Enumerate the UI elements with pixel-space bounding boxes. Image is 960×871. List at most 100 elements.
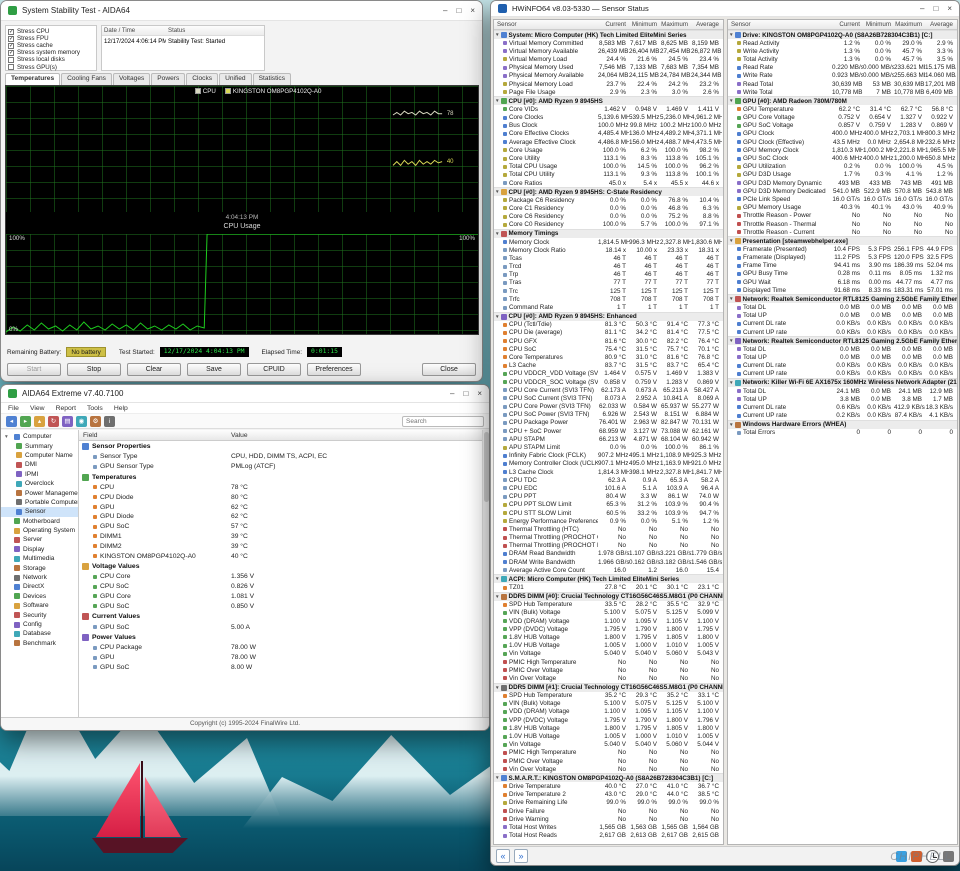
hw-sensor-row[interactable]: Physical Memory Available24,064 MB24,115… — [494, 72, 723, 80]
column-header-current[interactable]: Current — [598, 21, 629, 28]
hw-sensor-row[interactable]: Total DL0.0 MB0.0 MB0.0 MB0.0 MB — [728, 345, 957, 353]
hw-sensor-group-header[interactable]: ▾CPU [#0]: AMD Ryzen 9 8945HS: Enhanced — [494, 312, 723, 321]
hw-sensor-row[interactable]: Throttle Reason - PowerNoNoNoNo — [728, 212, 957, 220]
hw-sensor-row[interactable]: Framerate (Displayed)11.2 FPS5.3 FPS120.… — [728, 254, 957, 262]
hw-sensor-row[interactable]: VIN (Bulk) Voltage5.100 V5.075 V5.125 V5… — [494, 609, 723, 617]
close-icon[interactable]: × — [477, 389, 482, 398]
hw-sensor-row[interactable]: CPU TDC62.3 A0.9 A65.3 A58.2 A — [494, 476, 723, 484]
hw-sensor-row[interactable]: Infinity Fabric Clock (FCLK)907.2 MHz495… — [494, 452, 723, 460]
hw-sensor-row[interactable]: CPU VDDCR_VDD Voltage (SVI3 TFN)1.464 V0… — [494, 370, 723, 378]
menu-help[interactable]: Help — [114, 405, 128, 412]
hw-sensor-row[interactable]: CPU STT SLOW Limit60.5 %33.2 %103.9 %94.… — [494, 509, 723, 517]
chevron-down-icon[interactable]: ▾ — [496, 594, 499, 600]
hw-sensor-group-header[interactable]: ▾Network: Realtek Semiconductor RTL8125 … — [728, 336, 957, 345]
hw-sensor-row[interactable]: Total DL0.0 MB0.0 MB0.0 MB0.0 MB — [728, 303, 957, 311]
hw-sensor-row[interactable]: DRAM Read Bandwidth1.978 GB/s1.107 GB/s3… — [494, 550, 723, 558]
hw-sensor-row[interactable]: Core Ratios45.0 x5.4 x45.5 x44.6 x — [494, 179, 723, 187]
hw-sensor-row[interactable]: Total CPU Utility113.1 %9.3 %113.8 %100.… — [494, 171, 723, 179]
hw-sensor-row[interactable]: VDD (DRAM) Voltage1.100 V1.095 V1.105 V1… — [494, 708, 723, 716]
hw-sensor-row[interactable]: Framerate (Presented)10.4 FPS5.3 FPS256.… — [728, 245, 957, 253]
stress-option[interactable]: ✓Stress system memory — [8, 49, 94, 56]
sensor-row[interactable]: CPU Package78.00 W — [79, 643, 482, 653]
hw-sensor-row[interactable]: Tras77 T77 T77 T77 T — [494, 279, 723, 287]
refresh-icon[interactable]: ↻ — [48, 416, 59, 427]
sidebar-item-computer[interactable]: ▾Computer — [1, 432, 78, 441]
sensor-row[interactable]: Sensor TypeCPU, HDD, DIMM TS, ACPI, EC — [79, 452, 482, 462]
hw-sensor-row[interactable]: Read Rate0.220 MB/s0.000 MB/s233.621 MB/… — [728, 64, 957, 72]
checkbox-icon[interactable]: ✓ — [8, 36, 14, 42]
hw-sensor-row[interactable]: GPU D3D Usage1.7 %0.3 %4.1 %1.2 % — [728, 171, 957, 179]
column-header-sensor[interactable]: Sensor — [494, 21, 598, 28]
reset-min-max-icon[interactable]: « — [496, 849, 510, 863]
hw-sensor-row[interactable]: Core VIDs1.462 V0.948 V1.469 V1.411 V — [494, 105, 723, 113]
hw-sensor-row[interactable]: Total Host Reads2,617 GB2,613 GB2,617 GB… — [494, 832, 723, 840]
chevron-down-icon[interactable]: ▾ — [730, 380, 733, 386]
hw-sensor-row[interactable]: Core C1 Residency0.0 %0.0 %46.8 %6.3 % — [494, 204, 723, 212]
hw-sensor-row[interactable]: GPU D3D Memory Dynamic493 MB433 MB743 MB… — [728, 179, 957, 187]
hw-sensor-row[interactable]: Memory Clock1,814.5 MHz996.3 MHz2,327.8 … — [494, 238, 723, 246]
preferences-button[interactable]: Preferences — [307, 363, 361, 376]
close-test-button[interactable]: Close — [422, 363, 476, 376]
checkbox-icon[interactable]: ✓ — [8, 43, 14, 49]
sensor-group-header[interactable]: Temperatures — [79, 472, 482, 483]
hw-sensor-row[interactable]: Read Activity1.2 %0.0 %29.0 %2.9 % — [728, 39, 957, 47]
hw-sensor-row[interactable]: Drive Temperature40.0 °C27.0 °C41.0 °C36… — [494, 782, 723, 790]
hw-sensor-row[interactable]: APU STAPM66.213 W4.871 W68.104 W60.942 W — [494, 435, 723, 443]
hw-sensor-row[interactable]: Command Rate1 T1 T1 T1 T — [494, 303, 723, 311]
hw-sensor-row[interactable]: GPU Temperature62.2 °C31.4 °C62.7 °C56.8… — [728, 105, 957, 113]
sidebar-item-multimedia[interactable]: Multimedia — [1, 554, 78, 563]
hw-sensor-row[interactable]: DRAM Write Bandwidth1.966 GB/s0.162 GB/s… — [494, 558, 723, 566]
stress-option[interactable]: ✓Stress cache — [8, 42, 94, 49]
hw-sensor-row[interactable]: Tcas46 T46 T46 T46 T — [494, 254, 723, 262]
hw-sensor-row[interactable]: CPU PPT SLOW Limit65.3 %31.2 %103.9 %90.… — [494, 501, 723, 509]
hw-sensor-row[interactable]: GPU Utilization0.2 %0.0 %100.0 %4.5 % — [728, 163, 957, 171]
hw-sensor-group-header[interactable]: ▾CPU [#0]: AMD Ryzen 9 8945HS: C-State R… — [494, 187, 723, 196]
hw-sensor-group-header[interactable]: ▾CPU [#0]: AMD Ryzen 9 8945HS — [494, 96, 723, 105]
hw-sensor-row[interactable]: Current DL rate0.0 KB/s0.0 KB/s0.0 KB/s0… — [728, 362, 957, 370]
hw-sensor-row[interactable]: Vin Voltage5.040 V5.040 V5.060 V5.044 V — [494, 741, 723, 749]
hw-sensor-row[interactable]: Virtual Memory Available26,439 MB26,404 … — [494, 47, 723, 55]
hw-sensor-group-header[interactable]: ▾Network: Realtek Semiconductor RTL8125 … — [728, 294, 957, 303]
hw-sensor-row[interactable]: Current DL rate0.0 KB/s0.0 KB/s0.0 KB/s0… — [728, 320, 957, 328]
minimize-icon[interactable]: – — [920, 4, 924, 13]
hw-sensor-row[interactable]: Total Errors0000 — [728, 429, 957, 437]
tab-clocks[interactable]: Clocks — [186, 73, 218, 85]
sidebar-item-storage[interactable]: Storage — [1, 563, 78, 572]
back-icon[interactable]: ◂ — [6, 416, 17, 427]
hw-sensor-row[interactable]: PMIC Over VoltageNoNoNoNo — [494, 757, 723, 765]
sidebar-item-devices[interactable]: Devices — [1, 592, 78, 601]
column-header-average[interactable]: Average — [691, 21, 722, 28]
report-wizard-icon[interactable]: ▤ — [62, 416, 73, 427]
sensor-row[interactable]: CPU78 °C — [79, 483, 482, 493]
sensor-row[interactable]: GPU SoC8.00 W — [79, 663, 482, 673]
sidebar-item-ipmi[interactable]: IPMI — [1, 470, 78, 479]
sidebar-item-benchmark[interactable]: Benchmark — [1, 639, 78, 648]
sidebar-item-summary[interactable]: Summary — [1, 441, 78, 450]
start-button[interactable]: Start — [7, 363, 61, 376]
stop-button[interactable]: Stop — [67, 363, 121, 376]
stress-option[interactable]: Stress GPU(s) — [8, 63, 94, 70]
column-header-maximum[interactable]: Maximum — [894, 21, 925, 28]
tab-unified[interactable]: Unified — [219, 73, 252, 85]
hw-sensor-row[interactable]: Physical Memory Load23.7 %22.4 %24.2 %23… — [494, 80, 723, 88]
hw-sensor-row[interactable]: CPU Die (average)81.1 °C34.2 °C81.4 °C77… — [494, 329, 723, 337]
menu-report[interactable]: Report — [56, 405, 76, 412]
hw-sensor-group-header[interactable]: ▾Windows Hardware Errors (WHEA) — [728, 420, 957, 429]
hw-sensor-row[interactable]: CPU VDDCR_SOC Voltage (SVI3 TFN)0.858 V0… — [494, 378, 723, 386]
scrollbar-thumb[interactable] — [484, 432, 489, 502]
sidebar-item-dmi[interactable]: DMI — [1, 460, 78, 469]
hw-sensor-row[interactable]: Core Utility113.1 %8.3 %113.8 %105.1 % — [494, 154, 723, 162]
hw-sensor-row[interactable]: CPU SoC Power (SVI3 TFN)6.926 W2.543 W8.… — [494, 411, 723, 419]
tab-statistics[interactable]: Statistics — [253, 73, 291, 85]
hw-sensor-row[interactable]: Core Temperatures80.9 °C31.0 °C81.6 °C76… — [494, 353, 723, 361]
sidebar-item-power-management[interactable]: Power Management — [1, 488, 78, 497]
hw-sensor-row[interactable]: VDD (DRAM) Voltage1.100 V1.095 V1.105 V1… — [494, 617, 723, 625]
stress-option[interactable]: Stress local disks — [8, 56, 94, 63]
chevron-down-icon[interactable]: ▾ — [496, 775, 499, 781]
column-header-minimum[interactable]: Minimum — [629, 21, 660, 28]
hw-sensor-row[interactable]: Total Host Writes1,565 GB1,563 GB1,565 G… — [494, 823, 723, 831]
hw-sensor-row[interactable]: Vin Over VoltageNoNoNoNo — [494, 674, 723, 682]
settings-icon[interactable]: ⚙ — [90, 416, 101, 427]
sensor-row[interactable]: GPU Diode62 °C — [79, 512, 482, 522]
hw-sensor-row[interactable]: Total DL24.1 MB0.0 MB24.1 MB12.9 MB — [728, 387, 957, 395]
